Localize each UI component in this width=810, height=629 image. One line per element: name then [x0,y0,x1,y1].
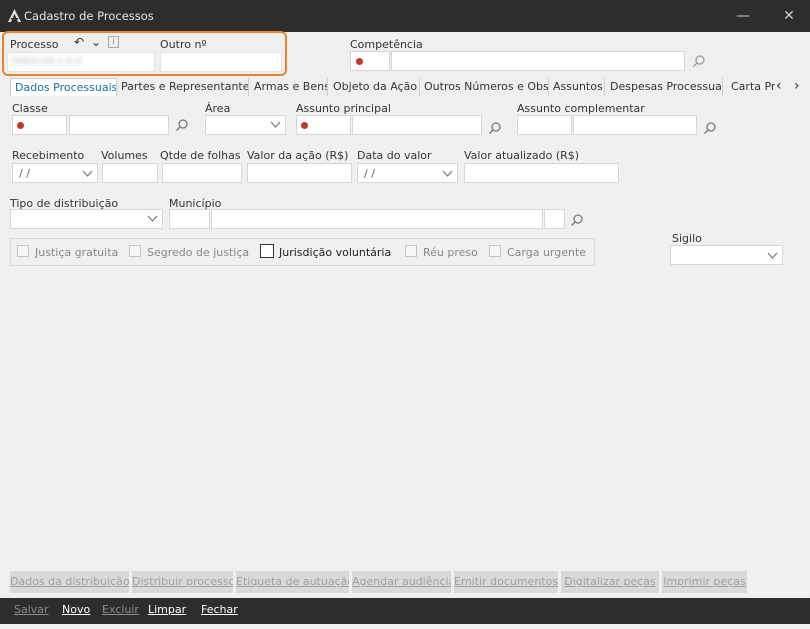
required-indicator [356,58,363,65]
valor-acao-label: Valor da ação (R$) [247,149,349,162]
tab-despesas-processuais[interactable]: Despesas Processuais [606,78,723,97]
segredo-justica-label: Segredo de justiça [147,246,250,259]
search-assunto-principal-icon[interactable] [488,121,502,135]
sigilo-select[interactable] [670,245,783,265]
data-valor-label: Data do valor [357,149,432,162]
emitir-documentos-button[interactable]: Emitir documentos [454,571,558,593]
competencia-code-input[interactable] [350,51,390,71]
justica-gratuita-label: Justiça gratuita [35,246,119,259]
valor-atualizado-input[interactable] [464,163,619,183]
tab-objeto-acao[interactable]: Objeto da Ação [329,78,420,97]
area-select[interactable] [205,115,286,135]
municipio-desc-input[interactable] [211,209,543,229]
dados-distribuicao-button[interactable]: Dados da distribuição [10,571,129,593]
bottom-toolbar: Salvar Novo Excluir Limpar Fechar [0,598,810,624]
search-competencia-icon[interactable] [692,54,706,68]
qtde-folhas-input[interactable] [162,163,242,183]
valor-acao-input[interactable] [247,163,352,183]
required-indicator [301,122,308,129]
reu-preso-checkbox[interactable] [405,245,417,257]
assunto-principal-code-input[interactable] [296,115,351,135]
recebimento-value: / / [19,167,30,180]
tab-assuntos[interactable]: Assuntos [549,78,605,97]
chevron-down-icon[interactable] [82,170,93,178]
recebimento-label: Recebimento [12,149,85,162]
tab-outros-numeros[interactable]: Outros Números e Obs. [420,78,549,97]
search-municipio-icon[interactable] [570,213,584,227]
processo-label: Processo [10,38,59,51]
carga-urgente-checkbox[interactable] [489,245,501,257]
imprimir-pecas-button[interactable]: Imprimir peças [662,571,747,593]
salvar-button[interactable]: Salvar [14,603,49,616]
valor-atualizado-label: Valor atualizado (R$) [464,149,580,162]
search-classe-icon[interactable] [175,118,189,132]
distribuir-processo-button[interactable]: Distribuir processo [132,571,233,593]
reu-preso-label: Réu preso [423,246,478,259]
tab-scroll-right-icon[interactable]: › [794,78,800,94]
justica-gratuita-checkbox[interactable] [17,245,29,257]
tab-bar: Dados Processuais Partes e Representante… [10,78,807,97]
tipo-distribuicao-select[interactable] [10,209,163,229]
chevron-down-icon [147,215,158,222]
required-indicator [17,122,24,129]
novo-button[interactable]: Novo [62,603,90,616]
assunto-complementar-desc-input[interactable] [573,115,697,135]
assunto-complementar-label: Assunto complementar [517,102,645,115]
etiqueta-autuacao-button[interactable]: Etiqueta de autuação [236,571,349,593]
jurisdicao-voluntaria-label: Jurisdição voluntária [279,246,392,259]
volumes-label: Volumes [101,149,148,162]
processo-value: 0001/16.1.0.0 [12,56,83,67]
chevron-down-icon[interactable] [442,170,453,178]
processo-input[interactable]: 0001/16.1.0.0 [7,52,155,72]
competencia-label: Competência [350,38,423,51]
outro-numero-input[interactable] [160,52,282,72]
assunto-complementar-code-input[interactable] [517,115,572,135]
data-valor-value: / / [364,167,375,180]
carga-urgente-label: Carga urgente [507,246,587,259]
segredo-justica-checkbox[interactable] [129,245,141,257]
agendar-audiencia-button[interactable]: Agendar audiência [352,571,451,593]
area-label: Área [205,102,231,115]
recebimento-date-input[interactable]: / / [12,163,98,183]
assunto-principal-label: Assunto principal [296,102,391,115]
volumes-input[interactable] [102,163,158,183]
tab-partes-representantes[interactable]: Partes e Representantes [117,78,249,97]
minimize-button[interactable]: — [733,6,753,26]
tab-scroll-left-icon[interactable]: ‹ [776,78,782,94]
tab-dados-processuais[interactable]: Dados Processuais [10,78,117,97]
app-logo-icon [8,9,21,22]
classe-code-input[interactable] [12,115,67,135]
competencia-desc-input[interactable] [391,51,685,71]
window-title: Cadastro de Processos [24,9,154,23]
chevron-down-icon [767,252,778,259]
jurisdicao-voluntaria-checkbox[interactable] [260,244,274,258]
info-icon[interactable]: i [108,36,119,48]
title-bar: Cadastro de Processos — ✕ [0,0,810,32]
search-assunto-complementar-icon[interactable] [703,121,717,135]
classe-desc-input[interactable] [69,115,169,135]
digitalizar-pecas-button[interactable]: Digitalizar peças [561,571,659,593]
tab-armas-bens[interactable]: Armas e Bens [250,78,328,97]
municipio-code-input[interactable] [169,209,210,229]
classe-label: Classe [12,102,48,115]
sigilo-label: Sigilo [672,232,702,245]
undo-icon[interactable]: ↶ [74,35,84,49]
data-valor-input[interactable]: / / [357,163,458,183]
fechar-button[interactable]: Fechar [201,603,238,616]
tab-carta-precatoria[interactable]: Carta Pr [727,78,775,97]
outro-numero-label: Outro nº [160,38,207,51]
limpar-button[interactable]: Limpar [148,603,186,616]
assunto-principal-desc-input[interactable] [352,115,482,135]
municipio-uf-input[interactable] [544,209,565,229]
chevron-down-icon [270,121,281,128]
excluir-button[interactable]: Excluir [102,603,139,616]
qtde-folhas-label: Qtde de folhas [160,149,241,162]
close-button[interactable]: ✕ [779,6,799,26]
processo-dropdown-icon[interactable]: ⌄ [91,35,101,49]
